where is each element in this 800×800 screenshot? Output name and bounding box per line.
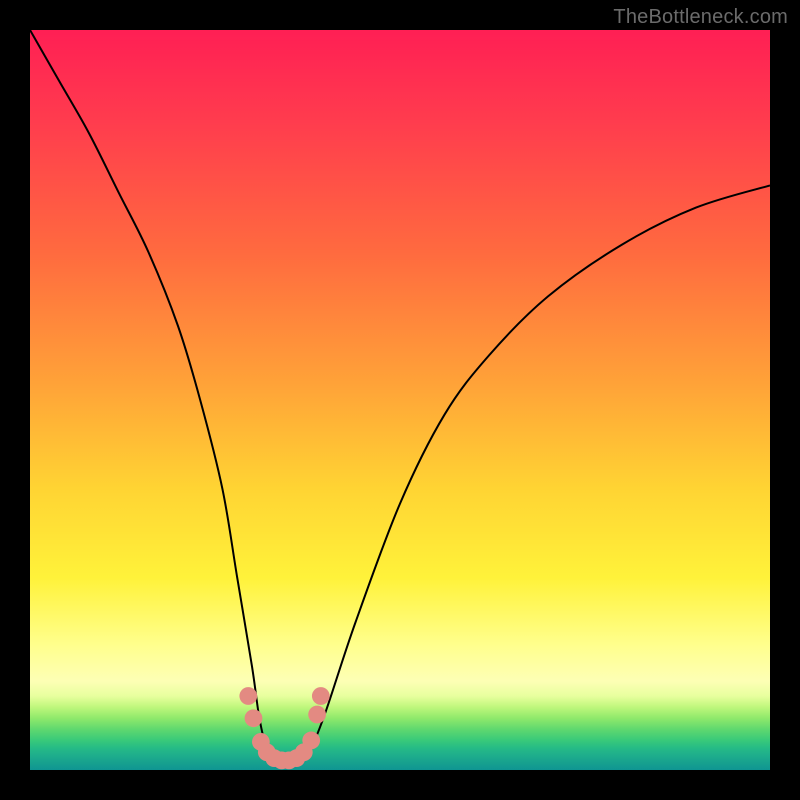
curve-marker — [245, 709, 263, 727]
bottleneck-curve — [30, 30, 770, 770]
plot-area — [30, 30, 770, 770]
chart-frame: TheBottleneck.com — [0, 0, 800, 800]
curve-path — [30, 30, 770, 763]
curve-marker — [239, 687, 257, 705]
curve-marker — [312, 687, 330, 705]
curve-marker — [308, 706, 326, 724]
watermark-text: TheBottleneck.com — [613, 6, 788, 29]
curve-marker — [302, 732, 320, 750]
